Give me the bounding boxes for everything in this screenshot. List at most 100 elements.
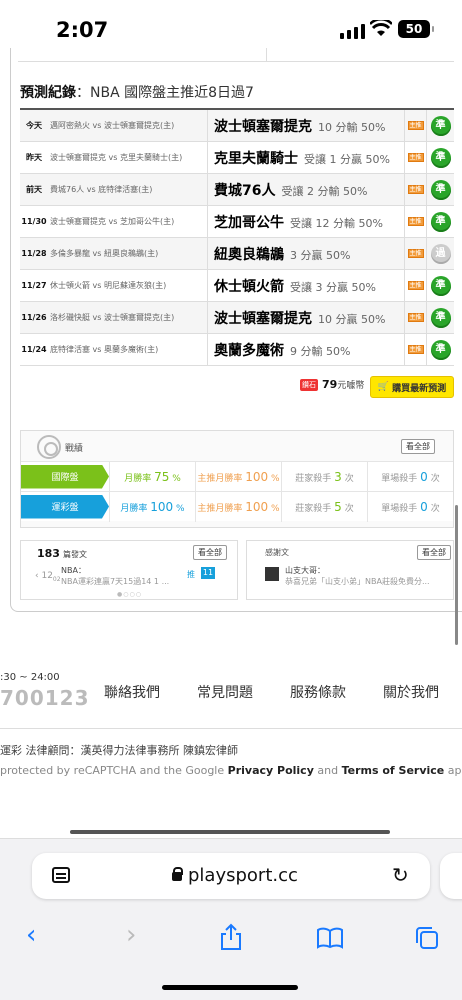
record-header: 戰績 看全部: [21, 431, 453, 461]
recaptcha-notice: protected by reCAPTCHA and the Google Pr…: [0, 764, 462, 777]
prediction-match[interactable]: 邁阿密熱火 vs 波士頓塞爾提克(主): [48, 109, 208, 142]
stat-value: 3: [334, 469, 342, 484]
pick-odds: 10 分輸 50%: [318, 120, 386, 134]
vertical-scrollbar[interactable]: [455, 505, 458, 645]
prediction-match[interactable]: 波士頓塞爾提克 vs 芝加哥公牛(主): [48, 205, 208, 238]
prediction-row[interactable]: 11/26 洛杉磯快艇 vs 波士頓塞爾提克(主) 波士頓塞爾提克 10 分贏 50%…: [20, 301, 454, 334]
main-pick-badge: 主推: [407, 153, 424, 162]
main-pick-tag: 主推: [404, 333, 426, 366]
forward-icon[interactable]: ›: [126, 919, 136, 951]
prediction-match[interactable]: 多倫多暴龍 vs 紐奧良鵜鶘(主): [48, 237, 208, 270]
prediction-match[interactable]: 費城76人 vs 底特律活塞(主): [48, 173, 208, 206]
stat-unit: %: [271, 503, 280, 514]
stat-unit: 次: [430, 503, 440, 514]
bookmarks-icon[interactable]: [316, 927, 344, 949]
result-badge: 準: [430, 115, 451, 136]
service-hours: :30 ~ 24:00: [0, 672, 60, 683]
stat-value: 100: [245, 469, 269, 484]
section-title-rest: ：NBA 國際盤主推近8日過7: [76, 85, 254, 101]
pick-odds: 受讓 1 分贏 50%: [304, 152, 390, 166]
record-row: 運彩盤 月勝率 100 % 主推月勝率 100 % 莊家殺手 5 次單場殺手 0 次: [21, 491, 453, 522]
pick-team: 奧蘭多魔術: [214, 342, 284, 359]
reader-icon[interactable]: [52, 867, 70, 883]
prediction-row[interactable]: 11/27 休士頓火箭 vs 明尼蘇達灰狼(主) 休士頓火箭 受讓 3 分贏 50% 主…: [20, 269, 454, 302]
main-pick-tag: 主推: [404, 109, 426, 142]
captcha-text-and: and: [313, 764, 342, 777]
next-tab-peek[interactable]: [440, 853, 462, 899]
prediction-row[interactable]: 前天 費城76人 vs 底特律活塞(主) 費城76人 受讓 2 分輸 50% 主推準: [20, 173, 454, 206]
main-pick-badge: 主推: [407, 185, 424, 194]
prediction-match[interactable]: 底特律活塞 vs 奧蘭多魔術(主): [48, 333, 208, 366]
prediction-date: 11/26: [21, 313, 47, 322]
prediction-row[interactable]: 11/28 多倫多暴龍 vs 紐奧良鵜鶘(主) 紐奧良鵜鶘 3 分贏 50% 主推過: [20, 237, 454, 270]
record-panel: 戰績 看全部 國際盤 月勝率 75 % 主推月勝率 100 % 莊家殺手 3 次單場殺…: [20, 430, 454, 528]
stat-value: 75: [154, 469, 170, 484]
post-date: ‹ 1202: [35, 571, 61, 583]
main-pick-badge: 主推: [407, 217, 424, 226]
coin-icon: 鑽石: [300, 378, 318, 391]
footer-link[interactable]: 常見問題: [197, 682, 253, 702]
stat-label: 單場殺手: [381, 503, 418, 514]
result-badge: 準: [430, 179, 451, 200]
prediction-date: 11/28: [21, 249, 47, 258]
record-type-tab[interactable]: 運彩盤: [21, 494, 109, 519]
prediction-row[interactable]: 11/24 底特律活塞 vs 奧蘭多魔術(主) 奧蘭多魔術 9 分輸 50% 主推準: [20, 333, 454, 366]
buy-button-label: 購買最新預測: [392, 383, 447, 394]
address-bar[interactable]: playsport.cc ↻: [32, 853, 430, 899]
main-pick-tag: 主推: [404, 205, 426, 238]
record-type-tab[interactable]: 國際盤: [21, 464, 109, 489]
result-badge: 準: [430, 211, 451, 232]
footer-link[interactable]: 關於我們: [383, 682, 439, 702]
post-summary: NBA運彩連贏7天15過14 1 ...: [61, 577, 170, 586]
thanks-title: 感謝文: [265, 548, 289, 557]
posts-count-label: 篇發文: [62, 550, 87, 559]
thanks-see-all-button[interactable]: 看全部: [417, 545, 451, 560]
pick-team: 波士頓塞爾提克: [214, 118, 312, 135]
share-icon[interactable]: [218, 923, 244, 951]
prediction-pick: 奧蘭多魔術 9 分輸 50%: [208, 340, 404, 360]
result-badge: 過: [430, 243, 451, 264]
thanks-item[interactable]: 山支大哥： 恭喜兄弟「山支小弟」NBA莊殺免費分...: [285, 565, 445, 587]
prediction-row[interactable]: 昨天 波士頓塞爾提克 vs 克里夫蘭騎士(主) 克里夫蘭騎士 受讓 1 分贏 50% 主…: [20, 141, 454, 174]
stat-unit: 次: [430, 473, 440, 484]
post-item[interactable]: NBA： NBA運彩連贏7天15過14 1 ...: [61, 565, 181, 587]
footer-links: 聯絡我們 常見問題 服務條款 關於我們: [104, 682, 439, 702]
prediction-pick: 克里夫蘭騎士 受讓 1 分贏 50%: [208, 148, 404, 168]
prediction-row[interactable]: 今天 邁阿密熱火 vs 波士頓塞爾提克(主) 波士頓塞爾提克 10 分輸 50% 主推準: [20, 109, 454, 142]
result-cell: 準: [426, 141, 454, 174]
prediction-pick: 紐奧良鵜鶘 3 分贏 50%: [208, 244, 404, 264]
horizontal-scrollbar[interactable]: [70, 830, 390, 834]
result-cell: 過: [426, 237, 454, 270]
footer-link[interactable]: 聯絡我們: [104, 682, 160, 702]
prediction-row[interactable]: 11/30 波士頓塞爾提克 vs 芝加哥公牛(主) 芝加哥公牛 受讓 12 分輸 50…: [20, 205, 454, 238]
posts-count-number: 183: [37, 547, 60, 560]
pick-odds: 3 分贏 50%: [290, 248, 351, 262]
prediction-match[interactable]: 波士頓塞爾提克 vs 克里夫蘭騎士(主): [48, 141, 208, 174]
pick-team: 休士頓火箭: [214, 278, 284, 295]
coin-amount: 79元噱幣: [322, 378, 364, 391]
result-badge: 準: [430, 307, 451, 328]
terms-of-service-link[interactable]: Terms of Service: [342, 764, 445, 777]
prediction-match[interactable]: 休士頓火箭 vs 明尼蘇達灰狼(主): [48, 269, 208, 302]
stat-label: 月勝率: [120, 503, 148, 514]
record-see-all-button[interactable]: 看全部: [401, 439, 435, 454]
back-icon[interactable]: ‹: [26, 919, 36, 951]
prediction-match[interactable]: 洛杉磯快艇 vs 波士頓塞爾提克(主): [48, 301, 208, 334]
reload-icon[interactable]: ↻: [392, 863, 409, 887]
main-pick-tag: 主推: [404, 237, 426, 270]
result-cell: 準: [426, 301, 454, 334]
buy-latest-prediction-button[interactable]: 🛒 購買最新預測: [370, 376, 454, 398]
main-pick-tag: 主推: [404, 173, 426, 206]
footer-link[interactable]: 服務條款: [290, 682, 346, 702]
tabs-icon[interactable]: [414, 925, 440, 951]
main-month-win-rate: 主推月勝率 100 %: [195, 491, 281, 522]
url: playsport.cc: [172, 865, 298, 886]
house-killer: 莊家殺手 5 次: [281, 491, 367, 522]
pick-team: 費城76人: [214, 182, 276, 199]
privacy-policy-link[interactable]: Privacy Policy: [228, 764, 314, 777]
posts-see-all-button[interactable]: 看全部: [193, 545, 227, 560]
main-pick-badge: 主推: [407, 313, 424, 322]
main-pick-badge: 主推: [407, 345, 424, 354]
stat-unit: %: [172, 473, 181, 484]
cart-icon: 🛒: [377, 382, 390, 392]
